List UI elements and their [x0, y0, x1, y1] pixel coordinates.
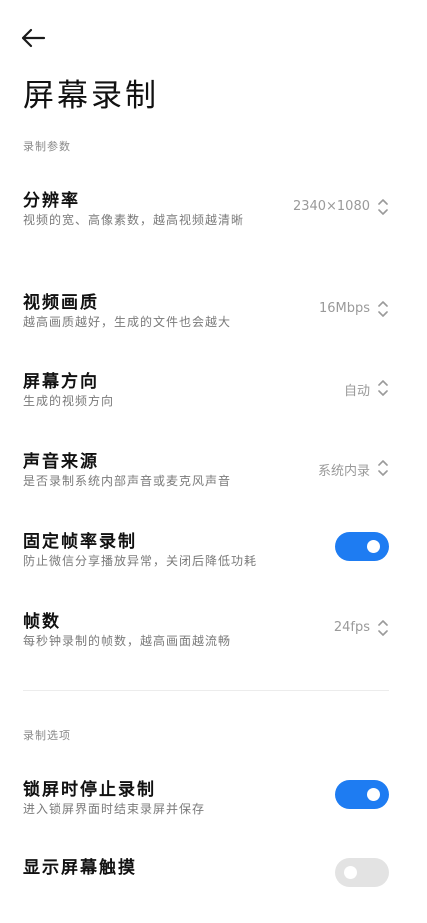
chevron-up-down-icon — [378, 460, 388, 476]
setting-subtitle: 进入锁屏界面时结束录屏并保存 — [23, 802, 206, 816]
toggle-knob — [344, 866, 357, 879]
section-header-params: 录制参数 — [23, 140, 71, 153]
stop-on-lock-toggle[interactable] — [335, 780, 389, 809]
chevron-up-down-icon — [378, 620, 388, 636]
fixed-frame-rate-toggle[interactable] — [335, 532, 389, 561]
chevron-up-down-icon — [378, 301, 388, 317]
chevron-up-down-icon — [378, 199, 388, 215]
setting-title: 视频画质 — [23, 293, 99, 313]
setting-subtitle: 是否录制系统内部声音或麦克风声音 — [23, 474, 232, 488]
back-arrow-icon — [21, 28, 46, 48]
page-title: 屏幕录制 — [23, 78, 159, 114]
setting-subtitle: 生成的视频方向 — [23, 394, 115, 408]
setting-title: 固定帧率录制 — [23, 532, 137, 552]
setting-value: 16Mbps — [318, 301, 370, 316]
setting-value: 系统内录 — [317, 464, 370, 479]
toggle-knob — [367, 540, 380, 553]
setting-stop-on-lock[interactable]: 锁屏时停止录制 进入锁屏界面时结束录屏并保存 — [0, 775, 427, 845]
setting-title: 帧数 — [23, 612, 61, 632]
setting-value: 2340×1080 — [292, 199, 370, 214]
setting-title: 显示屏幕触摸 — [23, 858, 137, 878]
chevron-up-down-icon — [378, 380, 388, 396]
setting-show-touches[interactable]: 显示屏幕触摸 — [0, 853, 427, 923]
setting-screen-orientation[interactable]: 屏幕方向 生成的视频方向 自动 — [0, 367, 427, 437]
setting-subtitle: 视频的宽、高像素数，越高视频越清晰 — [23, 213, 245, 227]
setting-subtitle: 防止微信分享播放异常，关闭后降低功耗 — [23, 554, 258, 568]
setting-subtitle: 越高画质越好，生成的文件也会越大 — [23, 315, 232, 329]
setting-title: 分辨率 — [23, 191, 80, 211]
setting-value: 自动 — [343, 384, 370, 399]
setting-subtitle: 每秒钟录制的帧数，越高画面越流畅 — [23, 634, 232, 648]
setting-frame-rate[interactable]: 帧数 每秒钟录制的帧数，越高画面越流畅 24fps — [0, 607, 427, 677]
setting-video-quality[interactable]: 视频画质 越高画质越好，生成的文件也会越大 16Mbps — [0, 288, 427, 358]
setting-title: 屏幕方向 — [23, 372, 99, 392]
section-divider — [23, 690, 389, 691]
setting-value: 24fps — [333, 620, 370, 635]
setting-sound-source[interactable]: 声音来源 是否录制系统内部声音或麦克风声音 系统内录 — [0, 447, 427, 517]
setting-resolution[interactable]: 分辨率 视频的宽、高像素数，越高视频越清晰 2340×1080 — [0, 186, 427, 256]
back-button[interactable] — [18, 24, 48, 52]
setting-title: 声音来源 — [23, 452, 99, 472]
section-header-options: 录制选项 — [23, 729, 71, 742]
setting-fixed-frame-rate[interactable]: 固定帧率录制 防止微信分享播放异常，关闭后降低功耗 — [0, 527, 427, 597]
setting-title: 锁屏时停止录制 — [23, 780, 156, 800]
toggle-knob — [367, 788, 380, 801]
